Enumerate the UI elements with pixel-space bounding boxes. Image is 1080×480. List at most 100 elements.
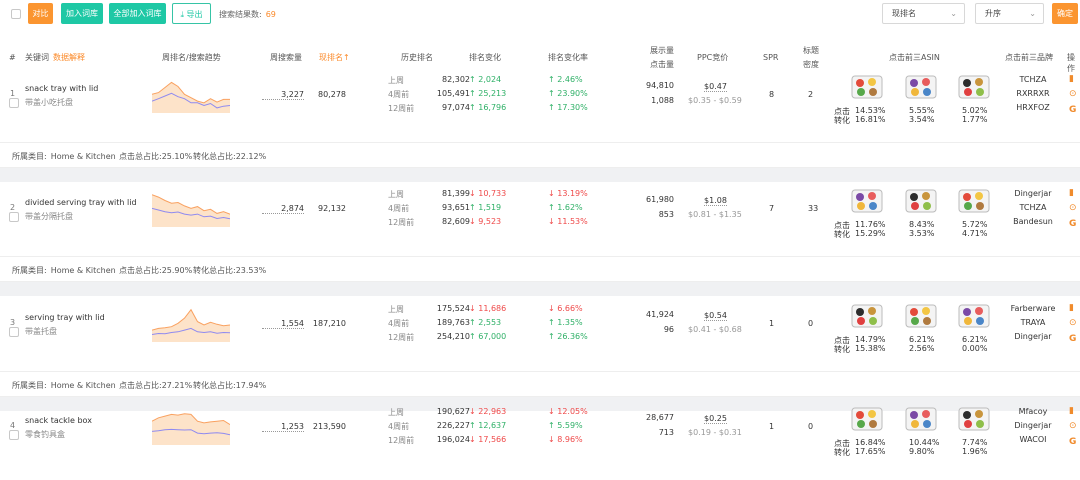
rank-change-rate-value: ↓ 11.53% [548,217,588,226]
brand-name[interactable]: HRXFOZ [1005,103,1061,112]
asin-thumbnail[interactable] [904,184,938,218]
add-to-library-button[interactable]: 加入词库 [61,3,103,24]
trend-icon[interactable]: ▮ [1069,74,1074,84]
asin-thumbnail[interactable] [850,299,884,333]
asin-click-share: 6.21% [909,335,935,344]
asin-thumbnail[interactable] [850,402,884,436]
row-checkbox[interactable] [9,212,19,222]
brand-name[interactable]: Dingerjar [1005,189,1061,198]
brand-name[interactable]: Mfacoy [1005,407,1061,416]
keyword-text[interactable]: snack tray with lid [25,84,98,93]
google-icon[interactable]: G [1069,334,1076,344]
asin-conv-share: 3.54% [909,115,935,124]
select-all-checkbox[interactable] [11,9,21,19]
sort-field-select[interactable]: 现排名 ⌄ [882,3,965,24]
rank-change-rate-value: ↑ 17.30% [548,103,588,112]
keyword-text[interactable]: snack tackle box [25,416,92,425]
asin-thumbnail[interactable] [957,70,991,104]
result-count-value: 69 [265,10,276,19]
trend-icon[interactable]: ▮ [1069,406,1074,416]
add-all-to-library-button[interactable]: 全部加入词库 [109,3,166,24]
keyword-text[interactable]: serving tray with lid [25,313,105,322]
clicks-value: 713 [658,428,674,437]
category-value: Home & Kitchen [50,266,116,275]
export-button[interactable]: ⤓ 导出 [172,3,211,24]
history-rank-value: 105,491 [436,89,470,98]
th-impressions[interactable]: 展示量 [650,45,674,56]
asin-thumbnail[interactable] [957,402,991,436]
asin-conv-share: 9.80% [909,447,935,456]
brand-name[interactable]: Dingerjar [1005,332,1061,341]
row-checkbox[interactable] [9,327,19,337]
ppc-bid-value[interactable]: $0.25 [704,414,727,424]
weekly-search-volume[interactable]: 2,874 [262,204,304,214]
impressions-value: 28,677 [646,413,674,422]
rank-change-rate-value: ↓ 6.66% [548,304,583,313]
trend-icon[interactable]: ▮ [1069,303,1074,313]
category-value: Home & Kitchen [50,381,116,390]
history-rank-value: 81,399 [442,189,470,198]
trend-icon[interactable]: ▮ [1069,188,1074,198]
row-checkbox[interactable] [9,98,19,108]
asin-thumbnail[interactable] [904,70,938,104]
weekly-search-volume[interactable]: 1,554 [262,319,304,329]
th-ppc[interactable]: PPC竞价 [697,52,728,63]
th-rank-change-rate[interactable]: 排名变化率 [548,52,588,63]
row-index: 1 [10,89,16,98]
brand-name[interactable]: Bandesun [1005,217,1061,226]
more-icon[interactable]: ⊙ [1069,421,1077,431]
asin-click-share: 11.76% [855,220,886,229]
history-rank-value: 175,524 [436,304,470,313]
asin-thumbnail[interactable] [904,402,938,436]
compare-button[interactable]: 对比 [28,3,53,24]
asin-thumbnail[interactable] [850,184,884,218]
brand-name[interactable]: RXRRXR [1005,89,1061,98]
asin-thumbnail[interactable] [850,70,884,104]
brand-name[interactable]: TCHZA [1005,203,1061,212]
data-explain-link[interactable]: 数据解释 [53,53,85,62]
asin-thumbnail[interactable] [957,299,991,333]
rank-change-value: ↑ 2,024 [469,75,502,84]
google-icon[interactable]: G [1069,219,1076,229]
th-keyword[interactable]: 关键词 数据解释 [25,52,85,63]
weekly-search-volume[interactable]: 3,227 [262,90,304,100]
conv-share-text: 转化总占比:17.94% [193,380,266,391]
chevron-down-icon: ⌄ [1029,9,1036,18]
brand-name[interactable]: WACOI [1005,435,1061,444]
keyword-text[interactable]: divided serving tray with lid [25,198,137,207]
brand-name[interactable]: Dingerjar [1005,421,1061,430]
rank-change-rate-value: ↑ 23.90% [548,89,588,98]
brand-name[interactable]: Farberware [1005,304,1061,313]
asin-conv-share: 2.56% [909,344,935,353]
title-density-value: 0 [808,422,814,431]
th-rank-change[interactable]: 排名变化 [469,52,501,63]
spr-value: 7 [769,204,775,213]
current-rank: 92,132 [318,204,346,213]
ppc-bid-value[interactable]: $1.08 [704,196,727,206]
confirm-button[interactable]: 确定 [1052,3,1078,24]
ppc-bid-value[interactable]: $0.54 [704,311,727,321]
th-search-volume[interactable]: 周搜索量 [270,52,302,63]
brand-name[interactable]: TCHZA [1005,75,1061,84]
th-spr[interactable]: SPR [763,52,778,63]
ppc-range-value: $0.19 - $0.31 [688,428,742,437]
conversion-label: 转化 [834,116,850,125]
th-current-rank[interactable]: 现排名↑ [319,52,350,63]
weekly-search-volume[interactable]: 1,253 [262,422,304,432]
th-clicks[interactable]: 点击量 [650,59,674,70]
more-icon[interactable]: ⊙ [1069,203,1077,213]
more-icon[interactable]: ⊙ [1069,318,1077,328]
asin-click-share: 5.55% [909,106,935,115]
more-icon[interactable]: ⊙ [1069,89,1077,99]
row-checkbox[interactable] [9,430,19,440]
row-separator [0,168,1080,182]
rank-change-value: ↑ 1,519 [469,203,502,212]
sort-order-select[interactable]: 升序 ⌄ [975,3,1044,24]
ppc-bid-value[interactable]: $0.47 [704,82,727,92]
history-rank-value: 190,627 [436,407,470,416]
asin-thumbnail[interactable] [904,299,938,333]
asin-thumbnail[interactable] [957,184,991,218]
brand-name[interactable]: TRAYA [1005,318,1061,327]
google-icon[interactable]: G [1069,105,1076,115]
google-icon[interactable]: G [1069,437,1076,447]
